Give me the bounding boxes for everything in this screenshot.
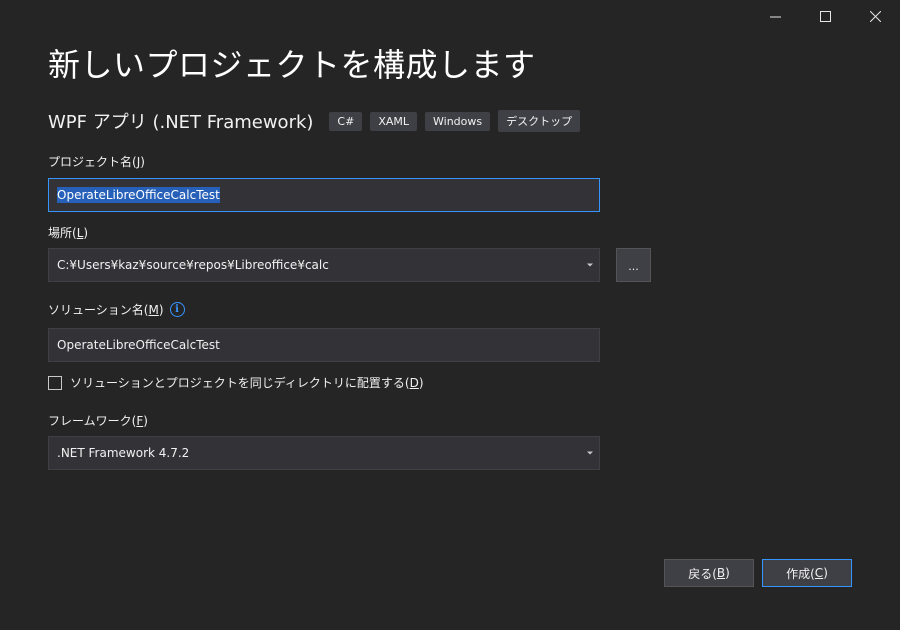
- maximize-button[interactable]: [800, 0, 850, 32]
- location-combobox[interactable]: C:¥Users¥kaz¥source¥repos¥Libreoffice¥ca…: [48, 248, 600, 282]
- solution-name-accel: M: [148, 302, 159, 317]
- project-name-label-end: ): [140, 154, 145, 169]
- solution-name-label-text: ソリューション名(: [48, 303, 149, 317]
- create-button-label: 作成(: [786, 566, 815, 581]
- location-label-end: ): [83, 225, 89, 240]
- chevron-down-icon[interactable]: [587, 263, 593, 267]
- framework-label-text: フレームワーク(: [48, 414, 137, 428]
- solution-name-label-end: ): [158, 302, 164, 317]
- solution-name-value: OperateLibreOfficeCalcTest: [57, 338, 220, 352]
- back-button[interactable]: 戻る(B): [664, 559, 754, 587]
- location-value: C:¥Users¥kaz¥source¥repos¥Libreoffice¥ca…: [57, 258, 329, 272]
- same-directory-option[interactable]: ソリューションとプロジェクトを同じディレクトリに配置する(D): [48, 374, 424, 391]
- location-label-text: 場所(: [48, 226, 77, 240]
- framework-label-end: ): [143, 413, 148, 428]
- create-button-accel: C: [814, 566, 824, 580]
- minimize-icon: [769, 16, 781, 17]
- browse-button[interactable]: ...: [616, 248, 651, 282]
- solution-name-input[interactable]: OperateLibreOfficeCalcTest: [48, 328, 600, 362]
- same-directory-label-end: ): [418, 376, 424, 390]
- tag-csharp: C#: [329, 111, 363, 131]
- framework-label: フレームワーク(F): [48, 412, 148, 429]
- framework-accel: F: [136, 413, 144, 428]
- project-name-value: OperateLibreOfficeCalcTest: [57, 187, 220, 203]
- same-directory-label-text: ソリューションとプロジェクトを同じディレクトリに配置する(: [70, 376, 410, 390]
- project-name-input[interactable]: OperateLibreOfficeCalcTest: [48, 178, 600, 212]
- minimize-button[interactable]: [750, 0, 800, 32]
- location-accel: L: [76, 225, 84, 240]
- info-icon[interactable]: i: [169, 302, 185, 317]
- template-name: WPF アプリ (.NET Framework): [48, 112, 314, 133]
- tag-xaml: XAML: [370, 111, 418, 131]
- same-directory-checkbox[interactable]: [48, 375, 62, 390]
- framework-combobox[interactable]: .NET Framework 4.7.2: [48, 436, 600, 470]
- close-button[interactable]: [850, 0, 900, 32]
- chevron-down-icon[interactable]: [587, 451, 593, 455]
- maximize-icon: [819, 10, 831, 22]
- window-controls: [750, 0, 900, 32]
- back-button-label: 戻る(: [688, 566, 717, 581]
- same-directory-accel: D: [409, 376, 419, 390]
- back-button-label-end: ): [725, 566, 730, 580]
- template-info: WPF アプリ (.NET Framework) C# XAML Windows…: [48, 108, 588, 134]
- page-title: 新しいプロジェクトを構成します: [48, 46, 536, 84]
- create-button-label-end: ): [823, 566, 828, 580]
- same-directory-label[interactable]: ソリューションとプロジェクトを同じディレクトリに配置する(D): [70, 374, 424, 391]
- close-icon: [869, 10, 881, 22]
- tag-desktop: デスクトップ: [498, 110, 581, 132]
- project-name-label: プロジェクト名(J): [48, 153, 145, 170]
- location-label: 場所(L): [48, 224, 88, 241]
- tag-windows: Windows: [425, 111, 491, 131]
- solution-name-label: ソリューション名(M) i: [48, 301, 185, 318]
- create-button[interactable]: 作成(C): [762, 559, 852, 587]
- back-button-accel: B: [716, 566, 726, 580]
- project-name-label-text: プロジェクト名(: [48, 155, 137, 169]
- framework-value: .NET Framework 4.7.2: [57, 446, 190, 460]
